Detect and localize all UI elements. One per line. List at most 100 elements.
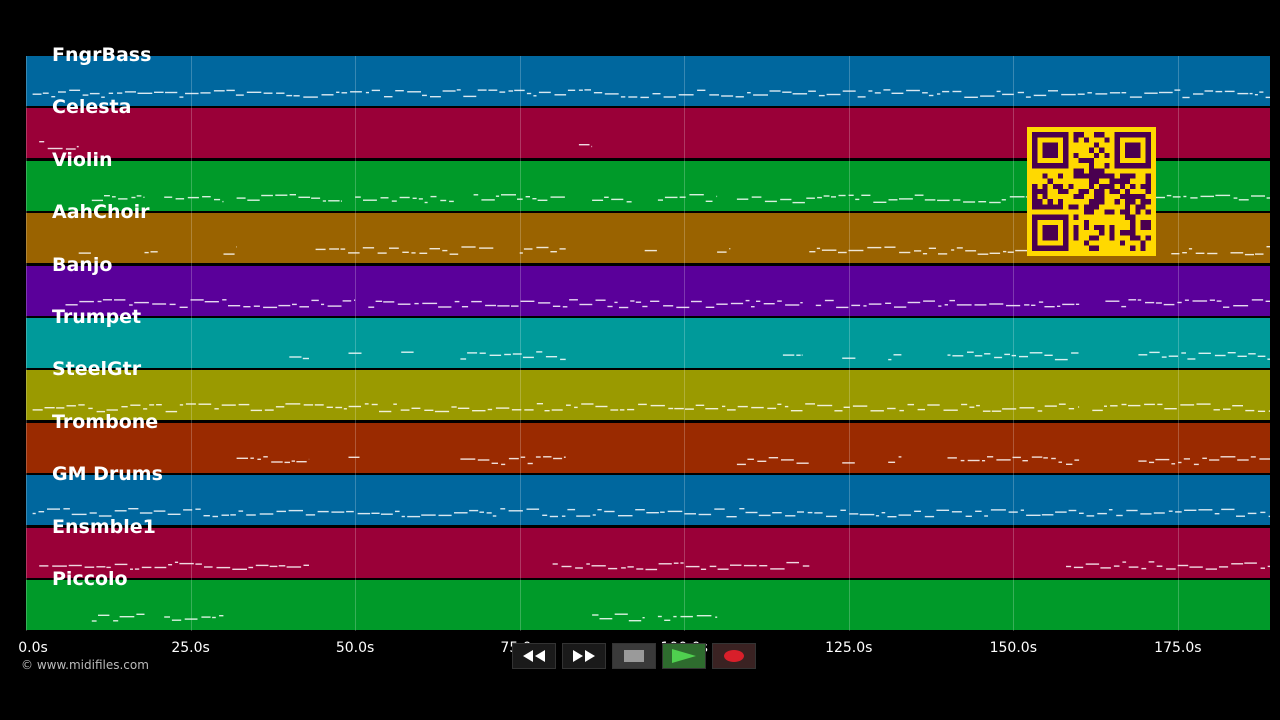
midi-note	[969, 406, 975, 409]
midi-note	[881, 512, 886, 514]
midi-note	[1025, 96, 1031, 98]
midi-note	[1017, 91, 1024, 94]
midi-note	[235, 94, 244, 96]
midi-note	[201, 616, 211, 618]
midi-note	[479, 352, 486, 354]
midi-note	[524, 409, 534, 411]
midi-note	[989, 201, 1001, 203]
midi-note	[1187, 358, 1196, 360]
midi-note	[1157, 404, 1163, 406]
midi-note	[792, 201, 805, 204]
midi-note	[1100, 566, 1111, 569]
grid-line	[190, 56, 192, 631]
midi-note	[937, 93, 941, 95]
midi-note	[785, 515, 796, 517]
midi-note	[128, 508, 139, 510]
midi-note	[650, 300, 660, 302]
midi-note	[348, 252, 360, 254]
midi-note	[863, 304, 867, 307]
midi-note	[263, 92, 273, 94]
midi-note	[956, 303, 972, 306]
midi-note	[535, 456, 541, 458]
midi-note	[721, 95, 734, 97]
midi-note	[230, 514, 236, 516]
midi-note	[626, 200, 632, 203]
midi-note	[604, 93, 619, 95]
midi-note	[922, 92, 928, 94]
midi-note	[652, 93, 661, 95]
midi-note	[559, 248, 566, 250]
midi-note	[619, 306, 629, 308]
midi-note	[784, 406, 789, 408]
midi-note	[1144, 404, 1155, 406]
midi-note	[460, 358, 467, 360]
stop-button[interactable]	[612, 643, 656, 669]
midi-note	[1126, 509, 1138, 512]
midi-note	[943, 409, 958, 412]
midi-note	[989, 302, 1004, 305]
midi-note	[1109, 92, 1121, 94]
midi-note	[511, 304, 519, 307]
midi-note	[97, 300, 102, 302]
midi-note	[303, 564, 309, 566]
midi-note	[756, 300, 761, 302]
midi-note	[1149, 461, 1155, 463]
midi-note	[460, 458, 476, 460]
midi-note	[951, 249, 955, 251]
midi-note	[608, 567, 618, 569]
midi-note	[591, 564, 606, 567]
play-button[interactable]	[662, 643, 706, 669]
midi-note	[536, 246, 549, 249]
midi-note	[796, 354, 801, 356]
midi-note	[137, 92, 153, 94]
midi-note	[965, 250, 977, 252]
midi-note	[575, 566, 583, 569]
midi-note	[745, 299, 750, 301]
midi-note	[486, 512, 492, 514]
time-tick-label: 0.0s	[18, 640, 48, 656]
midi-note	[1193, 463, 1199, 465]
midi-note	[736, 198, 749, 200]
midi-note	[893, 354, 902, 356]
midi-note	[807, 512, 813, 514]
midi-note	[523, 248, 533, 250]
midi-note	[248, 566, 254, 568]
midi-note	[821, 249, 837, 252]
midi-note	[76, 146, 79, 148]
midi-note	[814, 512, 823, 514]
midi-note	[1213, 409, 1220, 411]
midi-note	[698, 513, 712, 516]
midi-note	[1200, 195, 1214, 197]
track-lane: Ensmble1	[26, 516, 1270, 578]
midi-note	[552, 562, 558, 565]
midi-note	[544, 410, 550, 412]
midi-note	[1044, 354, 1053, 356]
midi-note	[1121, 305, 1127, 307]
midi-note	[1168, 355, 1178, 357]
midi-note	[302, 357, 309, 360]
midi-note	[867, 247, 882, 249]
midi-note	[454, 512, 468, 514]
midi-note	[729, 248, 731, 250]
midi-note	[627, 565, 634, 568]
midi-note	[684, 408, 694, 411]
midi-note	[1164, 408, 1177, 410]
midi-note	[144, 252, 149, 254]
midi-note	[928, 94, 934, 97]
midi-note	[255, 564, 269, 566]
midi-note	[371, 512, 380, 515]
midi-note	[289, 193, 296, 196]
rewind-button[interactable]	[512, 643, 556, 669]
midi-note	[592, 614, 599, 616]
midi-note	[124, 91, 136, 93]
midi-note	[400, 409, 410, 412]
record-button[interactable]	[712, 643, 756, 669]
midi-note	[285, 403, 301, 405]
fast-forward-button[interactable]	[562, 643, 606, 669]
midi-note	[288, 510, 303, 512]
midi-note	[610, 409, 619, 412]
midi-note	[663, 304, 674, 307]
midi-note	[1068, 408, 1075, 410]
midi-note	[922, 253, 928, 255]
play-icon	[672, 649, 696, 663]
